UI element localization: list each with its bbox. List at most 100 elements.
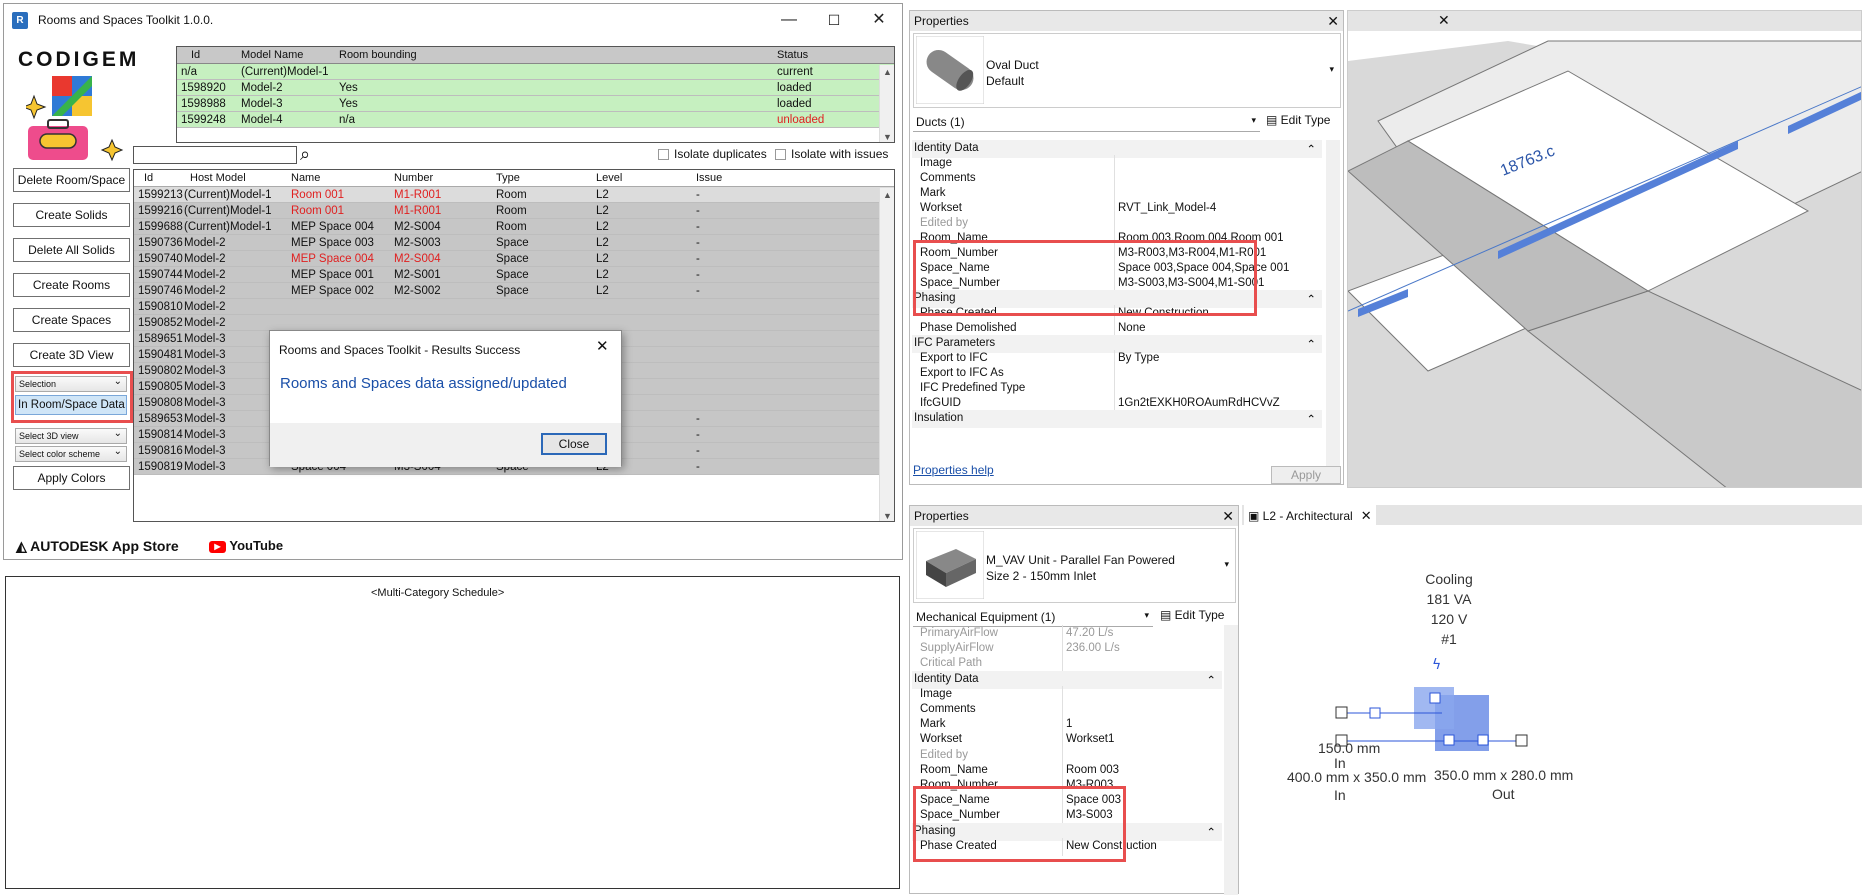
element-row[interactable]: 1590736 Model-2 MEP Space 003 M2-S003 Space L… (134, 235, 894, 251)
collapse-icon[interactable]: ⌃ (1306, 142, 1316, 156)
type-selector[interactable]: Oval Duct Default ▾ (913, 33, 1341, 108)
property-value: 1 (1066, 718, 1073, 731)
property-label: PrimaryAirFlow (920, 627, 998, 639)
properties-help-link[interactable]: Properties help (913, 463, 994, 477)
minimize-icon[interactable]: — (769, 8, 809, 32)
isolate-issues-checkbox[interactable] (775, 149, 786, 160)
element-cell: 1590744 (138, 269, 183, 281)
element-cell: Room 001 (291, 189, 345, 201)
element-row[interactable]: 1590740 Model-2 MEP Space 004 M2-S004 Space L… (134, 251, 894, 267)
close-icon[interactable]: ✕ (859, 8, 899, 32)
property-label: Edited by (920, 748, 968, 761)
vav-plan-symbol: ϟ (1335, 657, 1528, 751)
properties-close-icon[interactable]: ✕ (1327, 13, 1339, 30)
models-body: n/a (Current)Model-1 current 1598920 Model-2… (177, 64, 894, 128)
element-row[interactable]: 1590744 Model-2 MEP Space 001 M2-S001 Space L… (134, 267, 894, 283)
youtube-link[interactable]: ▶ YouTube (209, 538, 283, 553)
element-cell: Space (496, 269, 529, 281)
col-id: Id (191, 49, 201, 61)
tab-close-icon[interactable]: ✕ (1361, 508, 1372, 523)
element-row[interactable]: 1590810 Model-2 (134, 299, 894, 315)
collapse-icon[interactable]: ⌃ (1206, 825, 1216, 839)
element-cell: (Current)Model-1 (184, 189, 272, 201)
apply-colors-button[interactable]: Apply Colors (13, 466, 130, 490)
element-row[interactable]: 1599688 (Current)Model-1 MEP Space 004 M2-S… (134, 219, 894, 235)
plan-view[interactable]: ▣ L2 - Architectural ✕ Cooling 181 VA 120… (1242, 505, 1862, 894)
properties-close-icon[interactable]: ✕ (1222, 508, 1234, 525)
electrical-tag: Cooling 181 VA 120 V #1 (1384, 569, 1514, 649)
apply-button[interactable]: Apply (1271, 466, 1341, 484)
collapse-icon[interactable]: ⌃ (1306, 412, 1316, 426)
element-cell: Model-2 (184, 285, 226, 297)
element-row[interactable]: 1590852 Model-2 (134, 315, 894, 331)
selection-dropdown[interactable]: Selection (15, 375, 127, 392)
search-input[interactable] (133, 146, 297, 164)
properties-scrollbar[interactable] (1326, 140, 1340, 468)
element-cell: - (696, 253, 700, 265)
category-filter[interactable]: Mechanical Equipment (1) ▾ (913, 607, 1153, 627)
delete-room-space-button[interactable]: Delete Room/Space (13, 168, 130, 192)
dialog-close-button[interactable]: Close (541, 433, 607, 455)
in-room-space-data-option[interactable]: In Room/Space Data (15, 395, 127, 415)
collapse-icon[interactable]: ⌃ (1306, 292, 1316, 306)
col-name: Name (291, 172, 321, 184)
property-section[interactable]: Insulation ⌃ (912, 410, 1322, 428)
autodesk-app-store-link[interactable]: ◭ AUTODESK App Store (16, 538, 179, 555)
element-cell: M2-S003 (394, 237, 441, 249)
select-color-scheme-dropdown[interactable]: Select color scheme (15, 445, 127, 462)
collapse-icon[interactable]: ⌃ (1206, 673, 1216, 687)
create-spaces-button[interactable]: Create Spaces (13, 308, 130, 332)
element-row[interactable]: 1599213 (Current)Model-1 Room 001 M1-R001 Ro… (134, 187, 894, 203)
element-cell: (Current)Model-1 (184, 205, 272, 217)
element-cell: Model-2 (184, 253, 226, 265)
models-scrollbar[interactable]: ▲ ▼ (879, 65, 894, 142)
dim-400x350: 400.0 mm x 350.0 mm (1287, 769, 1427, 785)
property-label: Workset (920, 733, 962, 746)
properties-scrollbar[interactable] (1224, 625, 1238, 895)
property-label: Room_Name (920, 763, 988, 776)
element-cell: L2 (596, 205, 609, 217)
model-cell: loaded (777, 98, 812, 110)
edit-type-button[interactable]: ▤ Edit Type (1160, 608, 1224, 622)
category-filter[interactable]: Ducts (1) ▾ (913, 112, 1260, 132)
element-cell: - (696, 269, 700, 281)
properties-title: Properties (910, 506, 1238, 526)
element-cell: (Current)Model-1 (184, 221, 272, 233)
maximize-icon[interactable]: ☐ (814, 8, 854, 32)
create-rooms-button[interactable]: Create Rooms (13, 273, 130, 297)
properties-panel-vav: Properties ✕ M_VAV Unit - Parallel Fan P… (909, 505, 1239, 895)
view-close-icon[interactable]: ✕ (1438, 12, 1450, 29)
element-cell: Model-2 (184, 237, 226, 249)
model-row[interactable]: 1598988 Model-3 Yes loaded (177, 96, 894, 112)
dialog-title: Rooms and Spaces Toolkit - Results Succe… (279, 343, 521, 357)
model-row[interactable]: n/a (Current)Model-1 current (177, 64, 894, 80)
dialog-close-icon[interactable]: ✕ (596, 337, 609, 355)
model-row[interactable]: 1599248 Model-4 n/a unloaded (177, 112, 894, 128)
model-cell: 1598920 (181, 82, 226, 94)
element-cell: - (696, 445, 700, 457)
tab-l2-architectural[interactable]: ▣ L2 - Architectural ✕ (1244, 505, 1376, 525)
model-row[interactable]: 1598920 Model-2 Yes loaded (177, 80, 894, 96)
youtube-icon: ▶ (209, 540, 226, 553)
collapse-icon[interactable]: ⌃ (1306, 337, 1316, 351)
model-cell: Model-4 (241, 114, 283, 126)
element-cell: Room (496, 205, 527, 217)
element-row[interactable]: 1599216 (Current)Model-1 Room 001 M1-R001 Ro… (134, 203, 894, 219)
delete-all-solids-button[interactable]: Delete All Solids (13, 238, 130, 262)
isolate-duplicates-checkbox[interactable] (658, 149, 669, 160)
element-cell: 1590805 (138, 381, 183, 393)
model-cell: Model-3 (241, 98, 283, 110)
elements-scrollbar[interactable]: ▲ ▼ (879, 188, 894, 521)
model-cell: 1598988 (181, 98, 226, 110)
element-cell: 1589651 (138, 333, 183, 345)
element-cell: 1590481 (138, 349, 183, 361)
element-row[interactable]: 1590746 Model-2 MEP Space 002 M2-S002 Space L… (134, 283, 894, 299)
create-3d-view-button[interactable]: Create 3D View (13, 343, 130, 367)
select-3d-view-dropdown[interactable]: Select 3D view (15, 427, 127, 444)
type-selector[interactable]: M_VAV Unit - Parallel Fan Powered Size 2… (913, 528, 1236, 603)
create-solids-button[interactable]: Create Solids (13, 203, 130, 227)
edit-type-button[interactable]: ▤ Edit Type (1266, 113, 1330, 127)
search-icon[interactable]: ⌕ (300, 144, 310, 165)
element-cell: Space (496, 285, 529, 297)
3d-view[interactable]: ✕ 18763.c (1347, 10, 1862, 488)
